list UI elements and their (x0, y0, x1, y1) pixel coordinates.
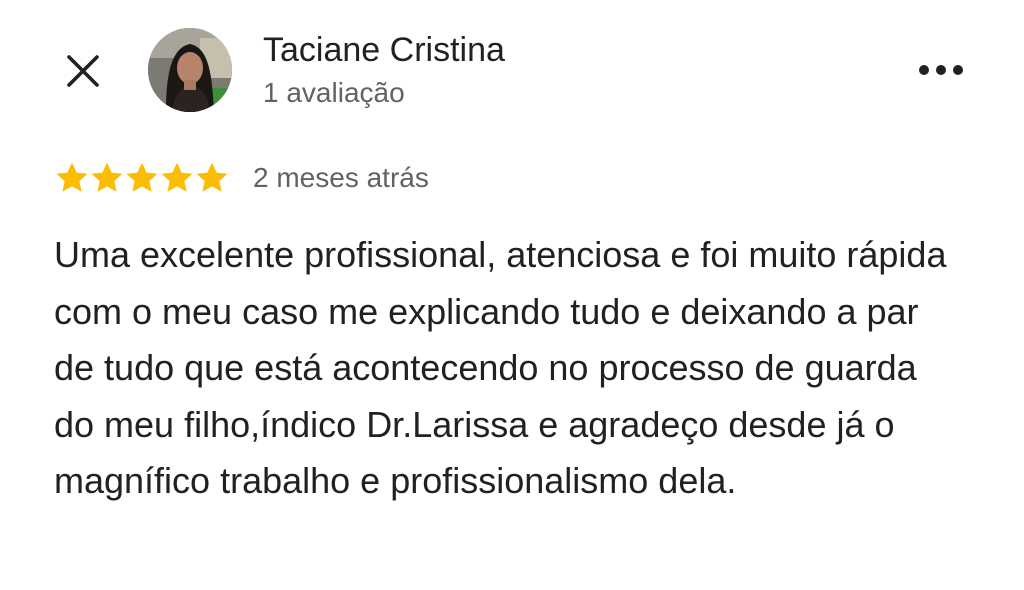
author-name[interactable]: Taciane Cristina (263, 30, 505, 70)
star-rating (54, 160, 229, 196)
star-icon (91, 162, 123, 192)
review-date: 2 meses atrás (253, 162, 429, 193)
author-review-count: 1 avaliação (263, 77, 405, 108)
review-text: Uma excelente profissional, atenciosa e … (54, 234, 947, 501)
more-options-button[interactable] (912, 54, 970, 86)
review-detail-screen: Taciane Cristina 1 avaliação 2 meses atr… (0, 0, 1024, 590)
close-button[interactable] (60, 48, 106, 94)
close-icon (67, 55, 99, 87)
star-icon (126, 162, 158, 192)
rating-row: 2 meses atrás (54, 156, 429, 200)
profile-photo (148, 28, 232, 112)
avatar[interactable] (148, 28, 232, 112)
star-icon (56, 162, 88, 192)
more-horizontal-icon (919, 65, 963, 75)
star-icon (196, 162, 228, 192)
star-icon (161, 162, 193, 192)
